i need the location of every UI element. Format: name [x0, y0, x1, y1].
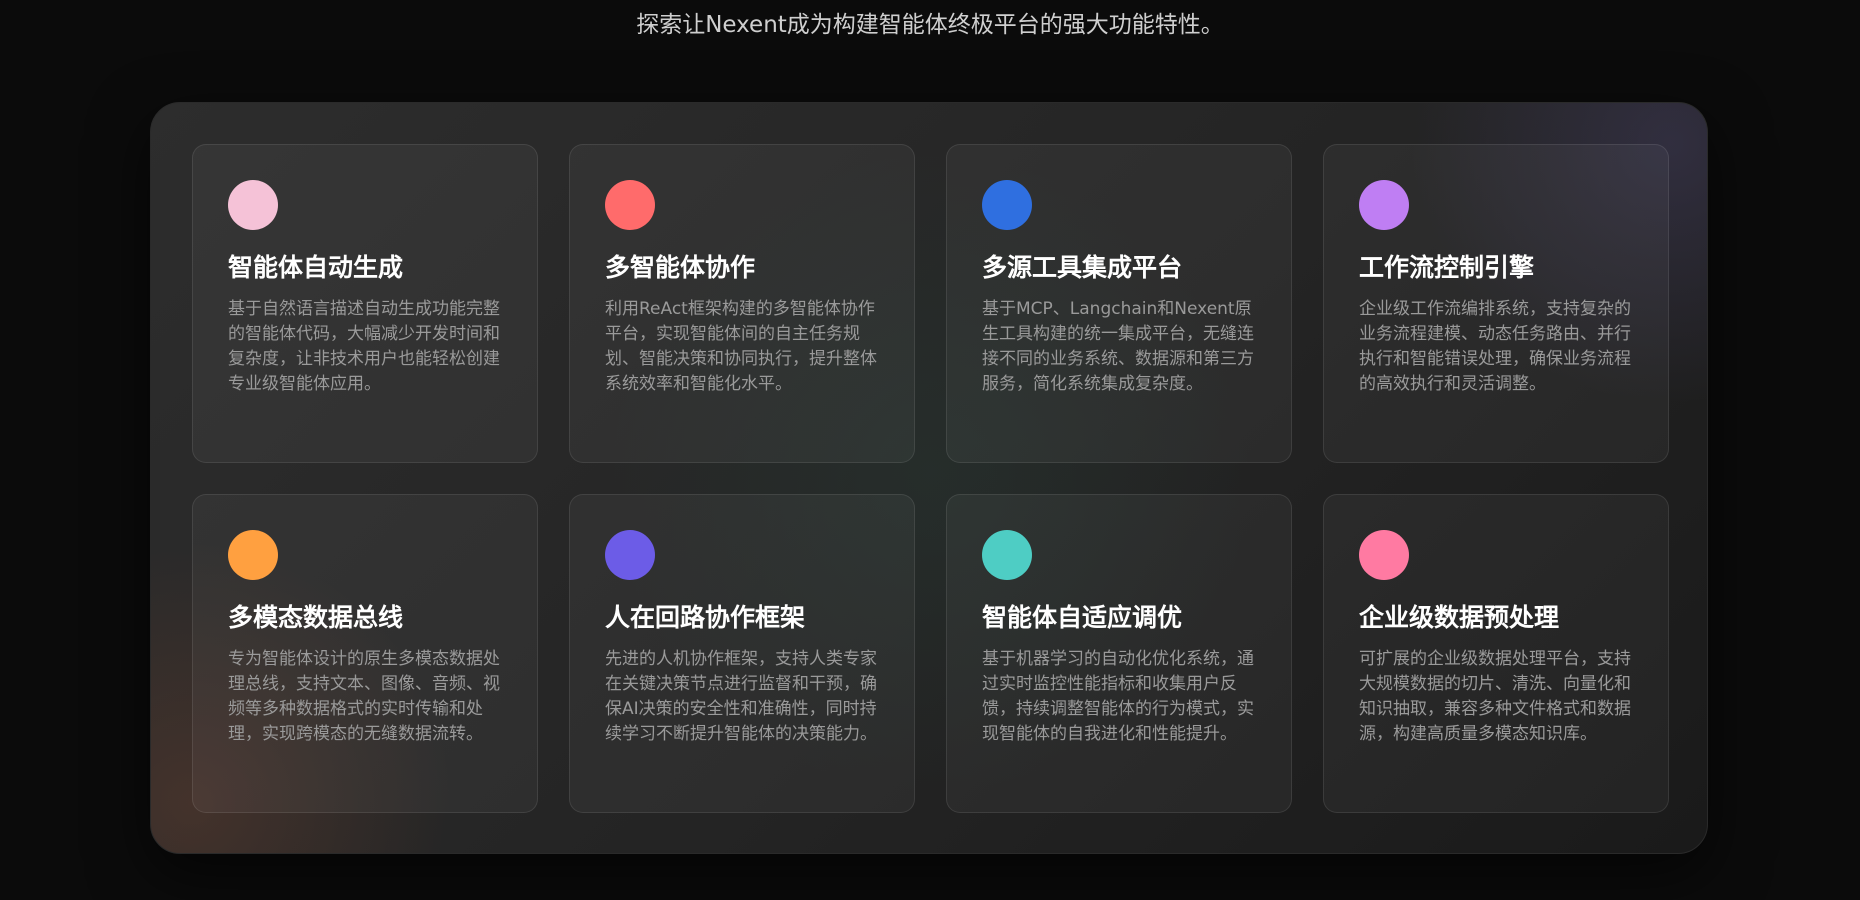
features-panel: 智能体自动生成 基于自然语言描述自动生成功能完整的智能体代码，大幅减少开发时间和… [150, 102, 1708, 854]
feature-title: 多智能体协作 [605, 253, 756, 282]
feature-description: 企业级工作流编排系统，支持复杂的业务流程建模、动态任务路由、并行执行和智能错误处… [1359, 299, 1631, 394]
feature-card-workflow-engine: 工作流控制引擎 企业级工作流编排系统，支持复杂的业务流程建模、动态任务路由、并行… [1323, 144, 1669, 463]
feature-title: 工作流控制引擎 [1359, 253, 1535, 282]
feature-title: 企业级数据预处理 [1359, 603, 1560, 632]
feature-description: 先进的人机协作框架，支持人类专家在关键决策节点进行监督和干预，确保AI决策的安全… [605, 649, 877, 744]
feature-dot-icon [605, 180, 655, 230]
feature-dot-icon [982, 530, 1032, 580]
feature-description: 基于机器学习的自动化优化系统，通过实时监控性能指标和收集用户反馈，持续调整智能体… [982, 649, 1254, 744]
feature-card-adaptive-tuning: 智能体自适应调优 基于机器学习的自动化优化系统，通过实时监控性能指标和收集用户反… [946, 494, 1292, 813]
feature-description: 专为智能体设计的原生多模态数据处理总线，支持文本、图像、音频、视频等多种数据格式… [228, 649, 500, 744]
feature-description: 利用ReAct框架构建的多智能体协作平台，实现智能体间的自主任务规划、智能决策和… [605, 299, 877, 394]
feature-card-tool-integration: 多源工具集成平台 基于MCP、Langchain和Nexent原生工具构建的统一… [946, 144, 1292, 463]
feature-card-human-in-loop: 人在回路协作框架 先进的人机协作框架，支持人类专家在关键决策节点进行监督和干预，… [569, 494, 915, 813]
feature-description: 可扩展的企业级数据处理平台，支持大规模数据的切片、清洗、向量化和知识抽取，兼容多… [1359, 649, 1631, 744]
feature-dot-icon [1359, 180, 1409, 230]
feature-dot-icon [605, 530, 655, 580]
section-subtitle: 探索让Nexent成为构建智能体终极平台的强大功能特性。 [636, 12, 1224, 38]
features-grid: 智能体自动生成 基于自然语言描述自动生成功能完整的智能体代码，大幅减少开发时间和… [192, 144, 1669, 813]
feature-card-multi-agent: 多智能体协作 利用ReAct框架构建的多智能体协作平台，实现智能体间的自主任务规… [569, 144, 915, 463]
feature-dot-icon [1359, 530, 1409, 580]
feature-description: 基于自然语言描述自动生成功能完整的智能体代码，大幅减少开发时间和复杂度，让非技术… [228, 299, 500, 394]
feature-title: 智能体自动生成 [228, 253, 404, 282]
feature-title: 多模态数据总线 [228, 603, 404, 632]
feature-dot-icon [228, 180, 278, 230]
feature-description: 基于MCP、Langchain和Nexent原生工具构建的统一集成平台，无缝连接… [982, 299, 1254, 394]
feature-title: 智能体自适应调优 [982, 603, 1183, 632]
feature-title: 人在回路协作框架 [605, 603, 806, 632]
feature-dot-icon [228, 530, 278, 580]
feature-title: 多源工具集成平台 [982, 253, 1183, 282]
feature-card-agent-generation: 智能体自动生成 基于自然语言描述自动生成功能完整的智能体代码，大幅减少开发时间和… [192, 144, 538, 463]
feature-dot-icon [982, 180, 1032, 230]
feature-card-data-preprocessing: 企业级数据预处理 可扩展的企业级数据处理平台，支持大规模数据的切片、清洗、向量化… [1323, 494, 1669, 813]
feature-card-multimodal-bus: 多模态数据总线 专为智能体设计的原生多模态数据处理总线，支持文本、图像、音频、视… [192, 494, 538, 813]
